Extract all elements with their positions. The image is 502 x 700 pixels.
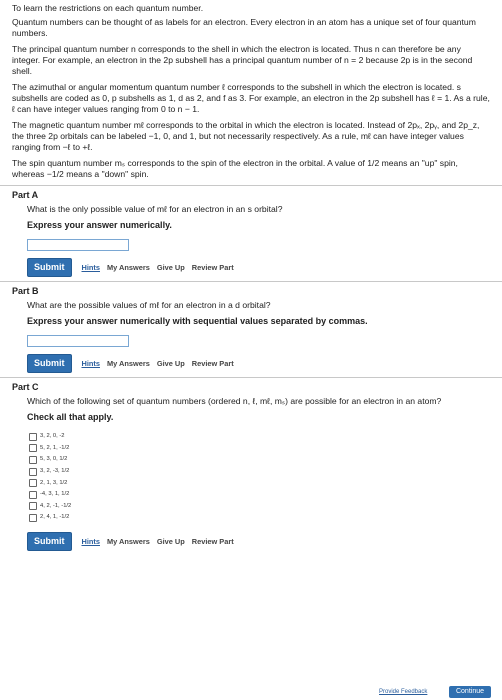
option-row[interactable]: 2, 4, 1, -1/2 [29, 512, 490, 524]
answer-checklist: 3, 2, 0, -2 5, 2, 1, -1/2 5, 3, 0, 1/2 3… [29, 431, 490, 524]
part-c-review-part-link[interactable]: Review Part [192, 536, 234, 547]
part-a-title: Part A [12, 190, 39, 200]
intro-paragraph-3: The azimuthal or angular momentum quantu… [12, 82, 490, 114]
checkbox[interactable] [29, 467, 37, 476]
part-a-toolbar: Submit Hints My Answers Give Up Review P… [27, 258, 490, 277]
option-row[interactable]: 5, 3, 0, 1/2 [29, 454, 490, 466]
part-a-instruction: Express your answer numerically. [27, 220, 172, 230]
continue-button[interactable]: Continue [449, 686, 491, 698]
checkbox[interactable] [29, 444, 37, 453]
option-label: -4, 3, 1, 1/2 [40, 491, 70, 498]
checkbox[interactable] [29, 490, 37, 499]
option-row[interactable]: 5, 2, 1, -1/2 [29, 443, 490, 455]
part-b-submit-button[interactable]: Submit [27, 354, 72, 373]
part-c-instruction: Check all that apply. [27, 412, 114, 422]
option-label: 2, 1, 3, 1/2 [40, 479, 68, 486]
part-b-instruction: Express your answer numerically with seq… [27, 316, 368, 326]
learning-objective: To learn the restrictions on each quantu… [12, 3, 204, 13]
part-b-my-answers-link[interactable]: My Answers [107, 358, 150, 369]
part-c-my-answers-link[interactable]: My Answers [107, 536, 150, 547]
part-a-submit-button[interactable]: Submit [27, 258, 72, 277]
option-label: 3, 2, -3, 1/2 [40, 468, 70, 475]
part-c-question: Which of the following set of quantum nu… [27, 396, 442, 406]
part-c-submit-button[interactable]: Submit [27, 531, 72, 551]
part-b-title: Part B [12, 286, 39, 296]
option-label: 4, 2, -1, -1/2 [40, 502, 72, 509]
part-c-toolbar: Submit Hints My Answers Give Up Review P… [27, 531, 490, 551]
part-a-answer-input[interactable] [27, 239, 129, 251]
part-b-question: What are the possible values of mℓ for a… [27, 300, 271, 310]
checkbox[interactable] [29, 455, 37, 464]
checkbox[interactable] [29, 502, 37, 511]
part-c-give-up-link[interactable]: Give Up [157, 536, 185, 547]
option-row[interactable]: 4, 2, -1, -1/2 [29, 501, 490, 513]
checkbox[interactable] [29, 513, 37, 522]
part-b-give-up-link[interactable]: Give Up [157, 358, 185, 369]
option-row[interactable]: 3, 2, -3, 1/2 [29, 466, 490, 478]
part-a-question: What is the only possible value of mℓ fo… [27, 204, 283, 214]
part-b-toolbar: Submit Hints My Answers Give Up Review P… [27, 354, 490, 373]
part-a-review-part-link[interactable]: Review Part [192, 262, 234, 273]
part-c-hints-link[interactable]: Hints [82, 536, 100, 547]
problem-intro: To learn the restrictions on each quantu… [0, 0, 502, 180]
part-b-hints-link[interactable]: Hints [82, 358, 100, 369]
option-label: 5, 2, 1, -1/2 [40, 444, 70, 451]
part-a-my-answers-link[interactable]: My Answers [107, 262, 150, 273]
option-row[interactable]: -4, 3, 1, 1/2 [29, 489, 490, 501]
part-b: Part B What are the possible values of m… [0, 282, 502, 377]
intro-paragraph-4: The magnetic quantum number mℓ correspon… [12, 120, 480, 152]
provide-feedback-link[interactable]: Provide Feedback [379, 689, 427, 695]
option-row[interactable]: 2, 1, 3, 1/2 [29, 477, 490, 489]
part-a-hints-link[interactable]: Hints [82, 262, 100, 273]
footer: Provide Feedback Continue [0, 686, 502, 700]
part-c-title: Part C [12, 382, 39, 392]
part-a: Part A What is the only possible value o… [0, 186, 502, 281]
option-label: 5, 3, 0, 1/2 [40, 456, 68, 463]
intro-paragraph-1: Quantum numbers can be thought of as lab… [12, 17, 476, 38]
option-label: 3, 2, 0, -2 [40, 433, 65, 440]
checkbox[interactable] [29, 479, 37, 488]
part-c: Part C Which of the following set of qua… [0, 378, 502, 555]
option-label: 2, 4, 1, -1/2 [40, 514, 70, 521]
checkbox[interactable] [29, 432, 37, 441]
intro-paragraph-5: The spin quantum number mₛ corresponds t… [12, 158, 458, 179]
part-b-answer-input[interactable] [27, 335, 129, 347]
part-a-give-up-link[interactable]: Give Up [157, 262, 185, 273]
option-row[interactable]: 3, 2, 0, -2 [29, 431, 490, 443]
part-b-review-part-link[interactable]: Review Part [192, 358, 234, 369]
intro-paragraph-2: The principal quantum number n correspon… [12, 44, 473, 76]
